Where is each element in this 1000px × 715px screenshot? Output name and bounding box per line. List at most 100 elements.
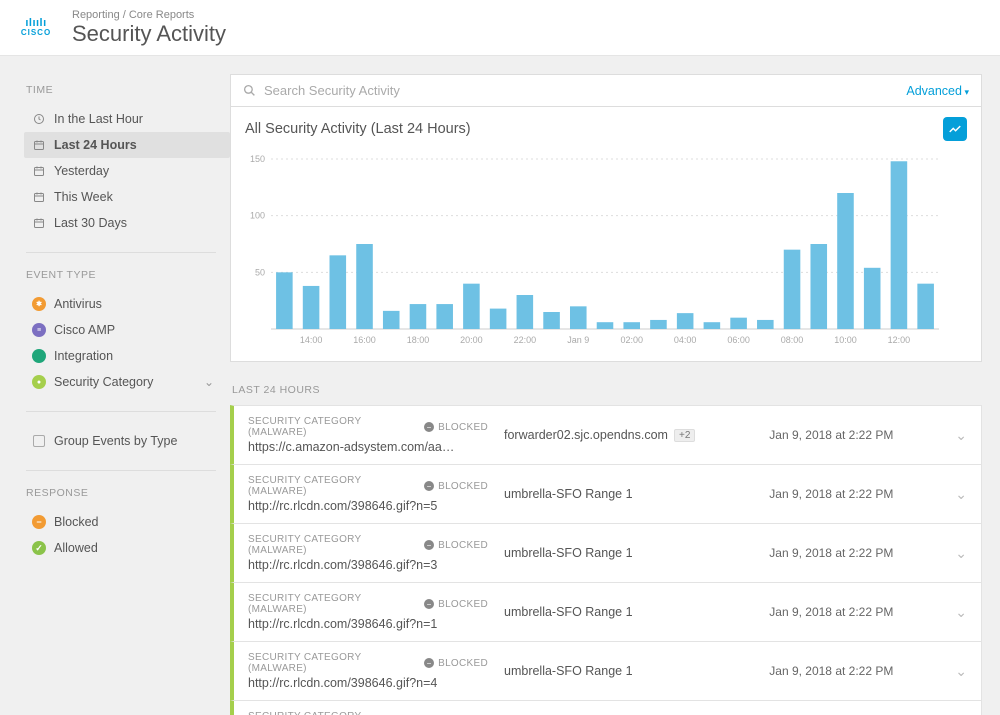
event-row[interactable]: SECURITY CATEGORY (MALWARE)−BLOCKED https… (230, 405, 982, 465)
event-timestamp: Jan 9, 2018 at 2:22 PM (769, 605, 939, 619)
svg-text:100: 100 (250, 211, 265, 221)
blocked-icon: − (424, 422, 434, 432)
sidebar-item-label: Blocked (54, 515, 98, 529)
svg-text:12:00: 12:00 (888, 335, 911, 345)
event-type-item[interactable]: ● Security Category ⌄ (24, 369, 230, 395)
sidebar-item-label: In the Last Hour (54, 112, 143, 126)
event-status: BLOCKED (438, 599, 488, 610)
response-filter-item[interactable]: ✓ Allowed (24, 535, 230, 561)
blocked-icon: − (424, 481, 434, 491)
svg-text:14:00: 14:00 (300, 335, 323, 345)
event-row[interactable]: SECURITY CATEGORY (MALWARE)−BLOCKEDhttp:… (230, 523, 982, 583)
event-type-icon: ● (32, 375, 46, 389)
svg-text:04:00: 04:00 (674, 335, 697, 345)
divider (26, 411, 216, 412)
header: ılıılı CISCO Reporting / Core Reports Se… (0, 0, 1000, 56)
response-filter-item[interactable]: −Blocked (24, 509, 230, 535)
event-identity: umbrella-SFO Range 1 (504, 664, 633, 678)
sidebar-item-label: Allowed (54, 541, 98, 555)
event-timestamp: Jan 9, 2018 at 2:22 PM (769, 428, 939, 442)
calendar-icon (32, 216, 46, 230)
line-chart-icon (948, 122, 962, 136)
svg-text:06:00: 06:00 (727, 335, 750, 345)
event-type-item[interactable]: Integration (24, 343, 230, 369)
event-url: https://c.amazon-adsystem.com/aa… (248, 440, 488, 454)
chart-title: All Security Activity (Last 24 Hours) (245, 121, 471, 137)
divider (26, 470, 216, 471)
event-row[interactable]: SECURITY CATEGORY (MALWARE)−BLOCKEDhttp:… (230, 700, 982, 715)
time-filter-item[interactable]: Yesterday (24, 158, 230, 184)
extra-count-badge: +2 (674, 429, 695, 442)
response-icon: ✓ (32, 541, 46, 555)
event-type-item[interactable]: ✱ Antivirus (24, 291, 230, 317)
event-timestamp: Jan 9, 2018 at 2:22 PM (769, 546, 939, 560)
main-content: Advanced All Security Activity (Last 24 … (230, 56, 1000, 715)
sidebar-item-label: Security Category (54, 375, 153, 389)
list-heading: LAST 24 HOURS (232, 384, 982, 396)
response-icon: − (32, 515, 46, 529)
time-heading: TIME (26, 84, 230, 96)
sidebar-item-label: This Week (54, 190, 113, 204)
svg-text:16:00: 16:00 (353, 335, 376, 345)
svg-text:18:00: 18:00 (407, 335, 430, 345)
chevron-down-icon: ⌄ (204, 375, 214, 389)
group-events-label: Group Events by Type (54, 434, 177, 448)
chevron-down-icon[interactable]: ⌄ (955, 427, 967, 444)
svg-text:Jan 9: Jan 9 (567, 335, 589, 345)
calendar-icon (32, 138, 46, 152)
event-category: SECURITY CATEGORY (MALWARE) (248, 534, 414, 556)
event-type-item[interactable]: ≡ Cisco AMP (24, 317, 230, 343)
svg-text:22:00: 22:00 (514, 335, 537, 345)
chevron-down-icon[interactable]: ⌄ (955, 604, 967, 621)
event-identity: umbrella-SFO Range 1 (504, 487, 633, 501)
event-url: http://rc.rlcdn.com/398646.gif?n=5 (248, 499, 488, 513)
advanced-link[interactable]: Advanced (906, 84, 969, 98)
checkbox-icon (32, 434, 46, 448)
breadcrumb[interactable]: Reporting / Core Reports (72, 9, 226, 21)
chevron-down-icon[interactable]: ⌄ (955, 545, 967, 562)
clock-icon (32, 112, 46, 126)
event-status: BLOCKED (438, 422, 488, 433)
event-row[interactable]: SECURITY CATEGORY (MALWARE)−BLOCKEDhttp:… (230, 582, 982, 642)
search-bar: Advanced (230, 74, 982, 107)
event-category: SECURITY CATEGORY (MALWARE) (248, 652, 414, 674)
svg-text:20:00: 20:00 (460, 335, 483, 345)
group-events-toggle[interactable]: Group Events by Type (24, 428, 230, 454)
sidebar-item-label: Last 24 Hours (54, 138, 137, 152)
svg-text:02:00: 02:00 (620, 335, 643, 345)
event-type-icon: ✱ (32, 297, 46, 311)
event-url: http://rc.rlcdn.com/398646.gif?n=4 (248, 676, 488, 690)
event-category: SECURITY CATEGORY (MALWARE) (248, 593, 414, 615)
event-timestamp: Jan 9, 2018 at 2:22 PM (769, 664, 939, 678)
event-category: SECURITY CATEGORY (MALWARE) (248, 416, 414, 438)
cisco-logo: ılıılı CISCO (16, 18, 56, 37)
svg-text:08:00: 08:00 (781, 335, 804, 345)
event-row[interactable]: SECURITY CATEGORY (MALWARE)−BLOCKEDhttp:… (230, 464, 982, 524)
event-url: http://rc.rlcdn.com/398646.gif?n=3 (248, 558, 488, 572)
chart-type-button[interactable] (943, 117, 967, 141)
svg-text:50: 50 (255, 267, 265, 277)
time-filter-item[interactable]: Last 24 Hours (24, 132, 230, 158)
event-identity: forwarder02.sjc.opendns.com (504, 428, 668, 442)
event-row[interactable]: SECURITY CATEGORY (MALWARE)−BLOCKEDhttp:… (230, 641, 982, 701)
event-category: SECURITY CATEGORY (MALWARE) (248, 711, 414, 715)
svg-text:10:00: 10:00 (834, 335, 857, 345)
search-input[interactable] (264, 83, 906, 98)
chevron-down-icon[interactable]: ⌄ (955, 486, 967, 503)
event-type-icon (32, 349, 46, 363)
chevron-down-icon[interactable]: ⌄ (955, 663, 967, 680)
chart-area: 50 100 150 14:00 16:00 18:00 20:00 22:00 Jan 9 02… (231, 145, 981, 361)
page-title: Security Activity (72, 21, 226, 47)
event-identity: umbrella-SFO Range 1 (504, 546, 633, 560)
calendar-icon (32, 164, 46, 178)
event-identity: umbrella-SFO Range 1 (504, 605, 633, 619)
svg-text:150: 150 (250, 154, 265, 164)
event-type-icon: ≡ (32, 323, 46, 337)
sidebar-item-label: Cisco AMP (54, 323, 115, 337)
time-filter-item[interactable]: Last 30 Days (24, 210, 230, 236)
time-filter-item[interactable]: In the Last Hour (24, 106, 230, 132)
event-status: BLOCKED (438, 658, 488, 669)
sidebar-item-label: Antivirus (54, 297, 102, 311)
time-filter-item[interactable]: This Week (24, 184, 230, 210)
event-category: SECURITY CATEGORY (MALWARE) (248, 475, 414, 497)
